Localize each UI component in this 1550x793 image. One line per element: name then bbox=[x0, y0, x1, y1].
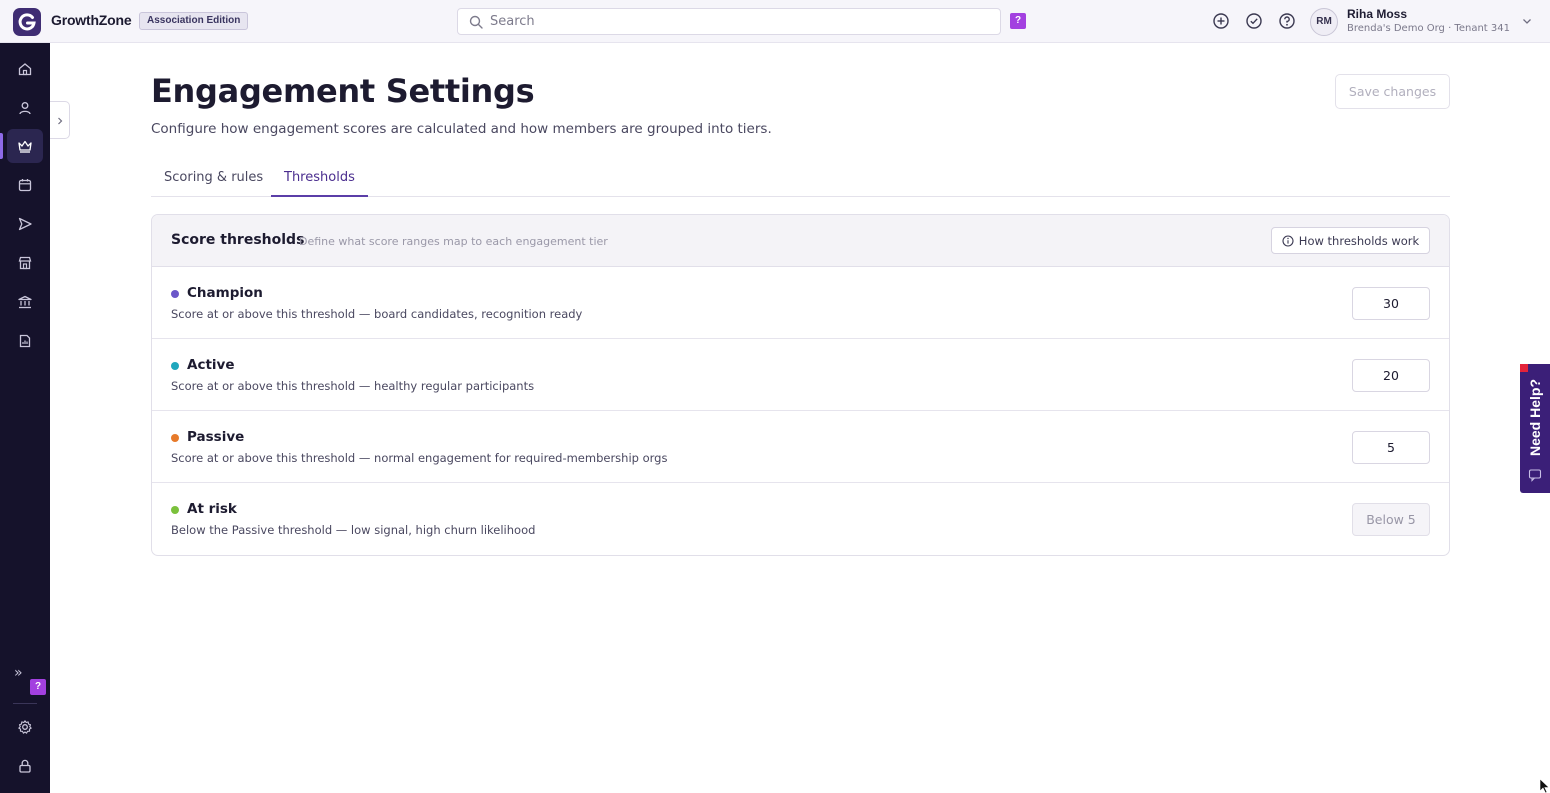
edition-badge: Association Edition bbox=[139, 12, 249, 30]
need-help-corner bbox=[1520, 364, 1528, 372]
sidebar: » ? bbox=[0, 43, 50, 793]
calendar-icon bbox=[18, 179, 32, 192]
save-changes-button[interactable]: Save changes bbox=[1335, 74, 1450, 109]
report-icon bbox=[19, 334, 31, 348]
top-bar: GrowthZone Association Edition ? RM Riha… bbox=[0, 0, 1550, 43]
tier-color-dot bbox=[171, 290, 179, 298]
home-icon bbox=[18, 63, 32, 76]
sidebar-item-events[interactable] bbox=[7, 168, 43, 202]
champion-threshold-input[interactable] bbox=[1352, 287, 1430, 320]
add-circle-icon[interactable] bbox=[1212, 12, 1230, 30]
send-icon bbox=[18, 217, 32, 231]
tier-name: Champion bbox=[187, 285, 263, 301]
at-risk-threshold-value: Below 5 bbox=[1352, 503, 1430, 536]
card-title: Score thresholds bbox=[171, 232, 305, 248]
tier-name: At risk bbox=[187, 501, 237, 517]
page-title: Engagement Settings bbox=[151, 72, 535, 110]
chat-icon bbox=[1528, 469, 1542, 482]
sidebar-item-contacts[interactable] bbox=[7, 91, 43, 125]
user-org: Brenda's Demo Org · Tenant 341 bbox=[1347, 23, 1510, 34]
need-help-widget[interactable]: Need Help? bbox=[1520, 364, 1550, 493]
mouse-cursor-icon bbox=[1540, 779, 1550, 793]
chevron-right-icon bbox=[58, 117, 63, 125]
person-icon bbox=[19, 102, 31, 115]
tier-name: Passive bbox=[187, 429, 245, 445]
how-thresholds-work-label: How thresholds work bbox=[1298, 233, 1420, 248]
search-help-badge[interactable]: ? bbox=[1010, 13, 1026, 29]
tab-thresholds[interactable]: Thresholds bbox=[271, 160, 368, 197]
bank-icon bbox=[18, 295, 32, 309]
page-subtitle: Configure how engagement scores are calc… bbox=[151, 121, 772, 137]
need-help-label: Need Help? bbox=[1527, 378, 1543, 456]
sidebar-help-badge[interactable]: ? bbox=[30, 679, 46, 695]
help-circle-icon[interactable] bbox=[1278, 12, 1296, 30]
sidebar-item-communications[interactable] bbox=[7, 207, 43, 241]
crown-icon bbox=[18, 140, 32, 153]
sidebar-item-home[interactable] bbox=[7, 52, 43, 86]
user-name[interactable]: Riha Moss bbox=[1347, 7, 1407, 21]
tier-description: Below the Passive threshold — low signal… bbox=[171, 523, 536, 537]
user-avatar[interactable]: RM bbox=[1310, 8, 1338, 36]
tab-scoring-rules[interactable]: Scoring & rules bbox=[151, 160, 276, 197]
sidebar-item-reports[interactable] bbox=[7, 324, 43, 358]
settings-tabs: Scoring & rules Thresholds bbox=[151, 160, 1450, 197]
tier-color-dot bbox=[171, 434, 179, 442]
sidebar-item-settings[interactable] bbox=[7, 710, 43, 744]
tier-description: Score at or above this threshold — board… bbox=[171, 307, 583, 321]
chevron-down-icon[interactable] bbox=[1521, 15, 1533, 27]
sidebar-item-billing[interactable] bbox=[7, 285, 43, 319]
sidebar-item-engagement[interactable] bbox=[0, 129, 43, 163]
info-icon bbox=[1282, 234, 1294, 247]
card-header: Score thresholds Define what score range… bbox=[152, 215, 1449, 267]
store-icon bbox=[18, 256, 32, 270]
collapse-panel-button[interactable] bbox=[50, 101, 70, 139]
tier-color-dot bbox=[171, 506, 179, 514]
card-description: Define what score ranges map to each eng… bbox=[299, 235, 608, 248]
sidebar-divider bbox=[13, 703, 37, 704]
search-box[interactable] bbox=[457, 8, 1001, 35]
expand-sidebar-button[interactable]: » bbox=[14, 665, 23, 681]
lock-icon bbox=[19, 759, 31, 773]
tier-row-passive: Passive Score at or above this threshold… bbox=[152, 411, 1449, 483]
tier-color-dot bbox=[171, 362, 179, 370]
tier-row-champion: Champion Score at or above this threshol… bbox=[152, 267, 1449, 339]
brand-name: GrowthZone bbox=[51, 12, 132, 28]
tier-row-at-risk: At risk Below the Passive threshold — lo… bbox=[152, 483, 1449, 555]
search-input[interactable] bbox=[490, 11, 990, 32]
tier-row-active: Active Score at or above this threshold … bbox=[152, 339, 1449, 411]
tier-description: Score at or above this threshold — norma… bbox=[171, 451, 668, 465]
check-circle-icon[interactable] bbox=[1245, 12, 1263, 30]
growthzone-logo-icon[interactable] bbox=[13, 8, 41, 36]
search-icon bbox=[469, 15, 483, 29]
sidebar-item-store[interactable] bbox=[7, 246, 43, 280]
active-threshold-input[interactable] bbox=[1352, 359, 1430, 392]
sidebar-item-lock[interactable] bbox=[7, 749, 43, 783]
how-thresholds-work-button[interactable]: How thresholds work bbox=[1271, 227, 1430, 254]
passive-threshold-input[interactable] bbox=[1352, 431, 1430, 464]
gear-icon bbox=[18, 720, 32, 734]
tier-name: Active bbox=[187, 357, 235, 373]
tier-description: Score at or above this threshold — healt… bbox=[171, 379, 535, 393]
score-thresholds-card: Score thresholds Define what score range… bbox=[151, 214, 1450, 556]
